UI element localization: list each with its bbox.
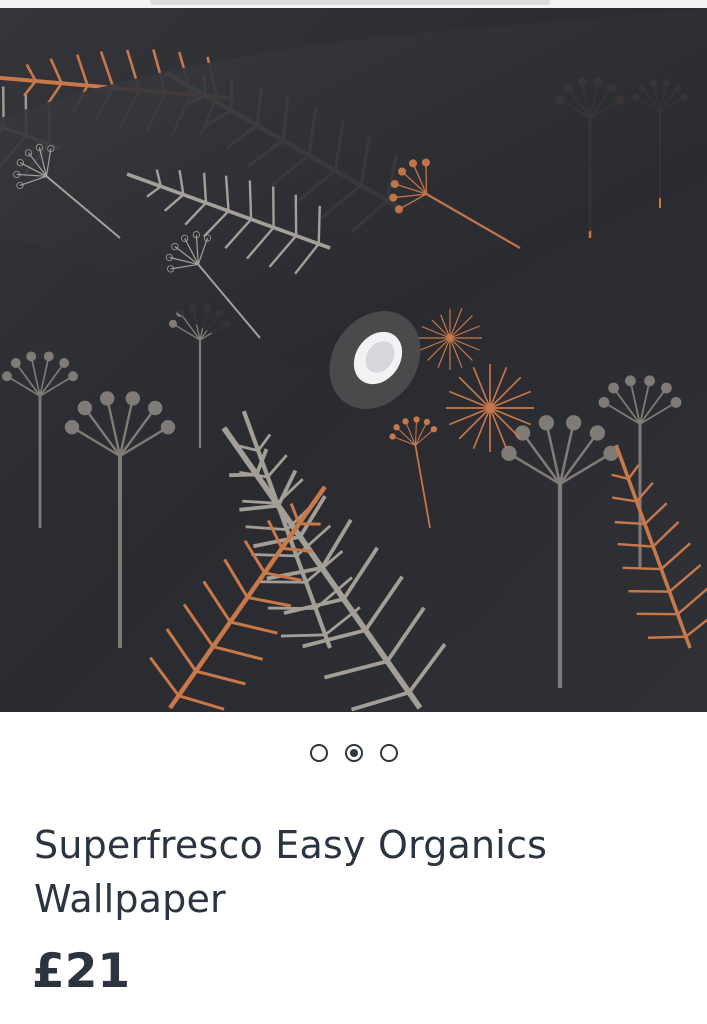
top-bar — [150, 0, 550, 5]
carousel-dot-1[interactable] — [309, 744, 328, 762]
product-price: £21 — [32, 944, 131, 999]
product-image[interactable] — [0, 8, 707, 712]
carousel-indicators — [0, 744, 707, 762]
carousel-dot-3[interactable] — [379, 744, 398, 762]
product-title: Superfresco Easy Organics Wallpaper — [34, 823, 548, 921]
carousel-dot-2[interactable] — [344, 744, 363, 762]
wallpaper-roll-image — [0, 8, 707, 712]
top-strip — [0, 0, 707, 8]
